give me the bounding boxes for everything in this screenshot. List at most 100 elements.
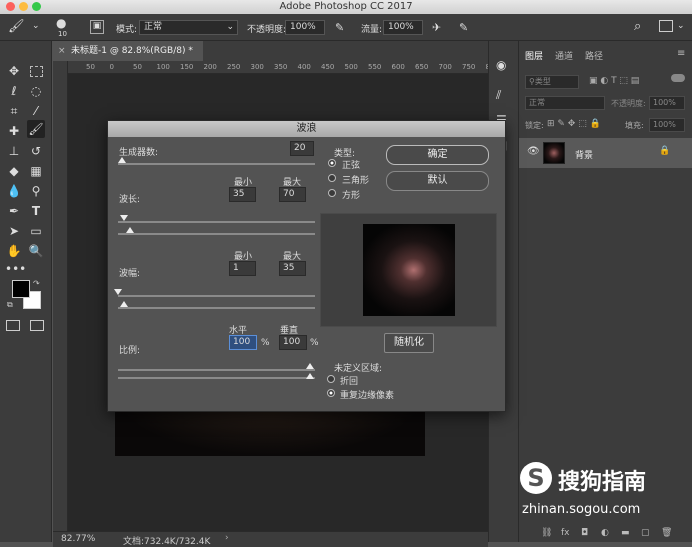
panel-menu-icon[interactable]: ≡ bbox=[677, 48, 685, 59]
workspace-icon[interactable] bbox=[659, 20, 673, 32]
layer-opacity-field[interactable]: 100% bbox=[649, 96, 685, 110]
mode-select[interactable]: 正常 ⌄ bbox=[139, 20, 238, 35]
quick-select-tool-icon[interactable]: ◌ bbox=[27, 82, 45, 100]
adjustment-layer-icon[interactable]: ◐ bbox=[601, 528, 609, 538]
wavelength-min-slider[interactable] bbox=[118, 221, 315, 223]
link-layers-icon[interactable]: ⛓ bbox=[541, 528, 552, 538]
zoom-level[interactable]: 82.77% bbox=[61, 534, 95, 544]
tab-paths[interactable]: 路径 bbox=[585, 49, 603, 62]
wrap-around-label[interactable]: 折回 bbox=[340, 374, 358, 387]
type-triangle-radio[interactable] bbox=[328, 174, 336, 182]
wavelength-max-field[interactable]: 70 bbox=[279, 187, 306, 202]
layer-filter-select[interactable]: ⚲类型 bbox=[525, 75, 579, 89]
lasso-tool-icon[interactable]: ℓ bbox=[5, 82, 23, 100]
scale-horizontal-slider[interactable] bbox=[118, 369, 315, 371]
randomize-button[interactable]: 随机化 bbox=[384, 333, 434, 353]
amplitude-min-field[interactable]: 1 bbox=[229, 261, 256, 276]
scale-vertical-field[interactable]: 100 bbox=[279, 335, 307, 350]
screen-mode-icon[interactable] bbox=[30, 320, 44, 331]
swap-colors-icon[interactable]: ↷ bbox=[33, 279, 40, 288]
layer-row[interactable]: 👁 背景 🔒 bbox=[519, 138, 692, 168]
history-brush-tool-icon[interactable]: ↺ bbox=[27, 142, 45, 160]
generators-slider[interactable] bbox=[118, 163, 315, 165]
visibility-eye-icon[interactable]: 👁 bbox=[527, 146, 540, 157]
dodge-tool-icon[interactable]: ⚲ bbox=[27, 182, 45, 200]
tab-channels[interactable]: 通道 bbox=[555, 49, 573, 62]
marquee-tool-icon[interactable] bbox=[30, 66, 43, 77]
zoom-window-button[interactable] bbox=[32, 2, 41, 11]
wavelength-max-slider[interactable] bbox=[118, 233, 315, 235]
airbrush-icon[interactable]: ✈ bbox=[432, 21, 441, 34]
opacity-field[interactable]: 100% bbox=[285, 20, 325, 35]
path-select-tool-icon[interactable]: ➤ bbox=[5, 222, 23, 240]
repeat-edge-pixels-label[interactable]: 重复边缘像素 bbox=[340, 388, 394, 401]
chevron-down-icon[interactable]: ⌄ bbox=[32, 21, 40, 31]
close-window-button[interactable] bbox=[6, 2, 15, 11]
clone-stamp-tool-icon[interactable]: ⊥ bbox=[5, 142, 23, 160]
amplitude-min-thumb[interactable] bbox=[114, 289, 122, 295]
crop-tool-icon[interactable]: ⌗ bbox=[5, 102, 23, 120]
hand-tool-icon[interactable]: ✋ bbox=[5, 242, 23, 260]
adjustments-panel-icon[interactable]: ⫽ bbox=[496, 88, 501, 103]
blend-mode-select[interactable]: 正常 bbox=[525, 96, 605, 110]
wrap-around-radio[interactable] bbox=[327, 375, 335, 383]
filter-toggle[interactable] bbox=[671, 74, 685, 82]
amplitude-max-thumb[interactable] bbox=[120, 301, 128, 307]
color-panel-icon[interactable]: ◉ bbox=[496, 58, 506, 72]
amplitude-max-field[interactable]: 35 bbox=[279, 261, 306, 276]
pressure-size-icon[interactable]: ✎ bbox=[459, 21, 468, 34]
wavelength-min-thumb[interactable] bbox=[120, 215, 128, 221]
rectangle-tool-icon[interactable]: ▭ bbox=[27, 222, 45, 240]
flow-field[interactable]: 100% bbox=[383, 20, 423, 35]
type-sine-radio[interactable] bbox=[328, 159, 336, 167]
wavelength-max-thumb[interactable] bbox=[126, 227, 134, 233]
type-tool-icon[interactable]: T bbox=[27, 202, 45, 220]
close-tab-icon[interactable]: × bbox=[58, 41, 66, 61]
scale-vertical-slider[interactable] bbox=[118, 377, 315, 379]
wave-preview-image[interactable] bbox=[363, 224, 455, 316]
filter-icons[interactable]: ▣ ◐ T ⬚ ▤ bbox=[589, 76, 639, 86]
fill-field[interactable]: 100% bbox=[649, 118, 685, 132]
ok-button[interactable]: 确定 bbox=[386, 145, 489, 165]
add-mask-icon[interactable]: ◘ bbox=[581, 528, 588, 538]
amplitude-max-slider[interactable] bbox=[118, 307, 315, 309]
amplitude-min-slider[interactable] bbox=[118, 295, 315, 297]
generators-field[interactable]: 20 bbox=[290, 141, 314, 156]
repeat-edge-pixels-radio[interactable] bbox=[327, 389, 335, 397]
default-colors-icon[interactable]: ⧉ bbox=[7, 300, 13, 310]
default-button[interactable]: 默认 bbox=[386, 171, 489, 191]
pen-tool-icon[interactable]: ✒ bbox=[5, 202, 23, 220]
new-layer-icon[interactable]: ▢ bbox=[641, 528, 650, 538]
type-triangle-label[interactable]: 三角形 bbox=[342, 173, 369, 186]
generators-slider-thumb[interactable] bbox=[118, 157, 126, 163]
status-menu-icon[interactable]: › bbox=[225, 533, 229, 543]
gradient-tool-icon[interactable]: ▦ bbox=[27, 162, 45, 180]
brush-tool-icon[interactable]: 🖌 bbox=[27, 120, 45, 138]
type-square-label[interactable]: 方形 bbox=[342, 188, 360, 201]
trash-icon[interactable]: 🗑 bbox=[661, 528, 672, 538]
quick-mask-icon[interactable] bbox=[6, 320, 20, 331]
scale-horizontal-thumb[interactable] bbox=[306, 363, 314, 369]
scale-vertical-thumb[interactable] bbox=[306, 373, 314, 379]
group-folder-icon[interactable]: ▬ bbox=[621, 528, 630, 538]
brush-panel-icon[interactable]: ▣ bbox=[90, 20, 104, 34]
eyedropper-tool-icon[interactable]: ⁄ bbox=[27, 102, 45, 120]
lock-icons[interactable]: ⊞ ✎ ✥ ⬚ 🔒 bbox=[547, 119, 601, 129]
foreground-color-swatch[interactable] bbox=[12, 280, 30, 298]
tab-layers[interactable]: 图层 bbox=[525, 49, 543, 62]
healing-brush-tool-icon[interactable]: ✚ bbox=[5, 122, 23, 140]
blur-tool-icon[interactable]: 💧 bbox=[5, 182, 23, 200]
scale-horizontal-field[interactable]: 100 bbox=[229, 335, 257, 350]
brush-preset-icon[interactable]: ● bbox=[56, 16, 66, 30]
search-icon[interactable]: ⌕ bbox=[634, 19, 641, 34]
chevron-down-icon[interactable]: ⌄ bbox=[677, 21, 685, 31]
fx-icon[interactable]: fx bbox=[561, 528, 570, 538]
document-tab[interactable]: × 未标题-1 @ 82.8%(RGB/8) * bbox=[53, 41, 203, 61]
eraser-tool-icon[interactable]: ◆ bbox=[5, 162, 23, 180]
pressure-opacity-icon[interactable]: ✎ bbox=[335, 21, 344, 34]
wavelength-min-field[interactable]: 35 bbox=[229, 187, 256, 202]
move-tool-icon[interactable]: ✥ bbox=[5, 62, 23, 80]
more-tools-icon[interactable]: ••• bbox=[5, 260, 26, 278]
brush-tool-icon[interactable]: 🖌 bbox=[8, 19, 25, 34]
type-square-radio[interactable] bbox=[328, 189, 336, 197]
